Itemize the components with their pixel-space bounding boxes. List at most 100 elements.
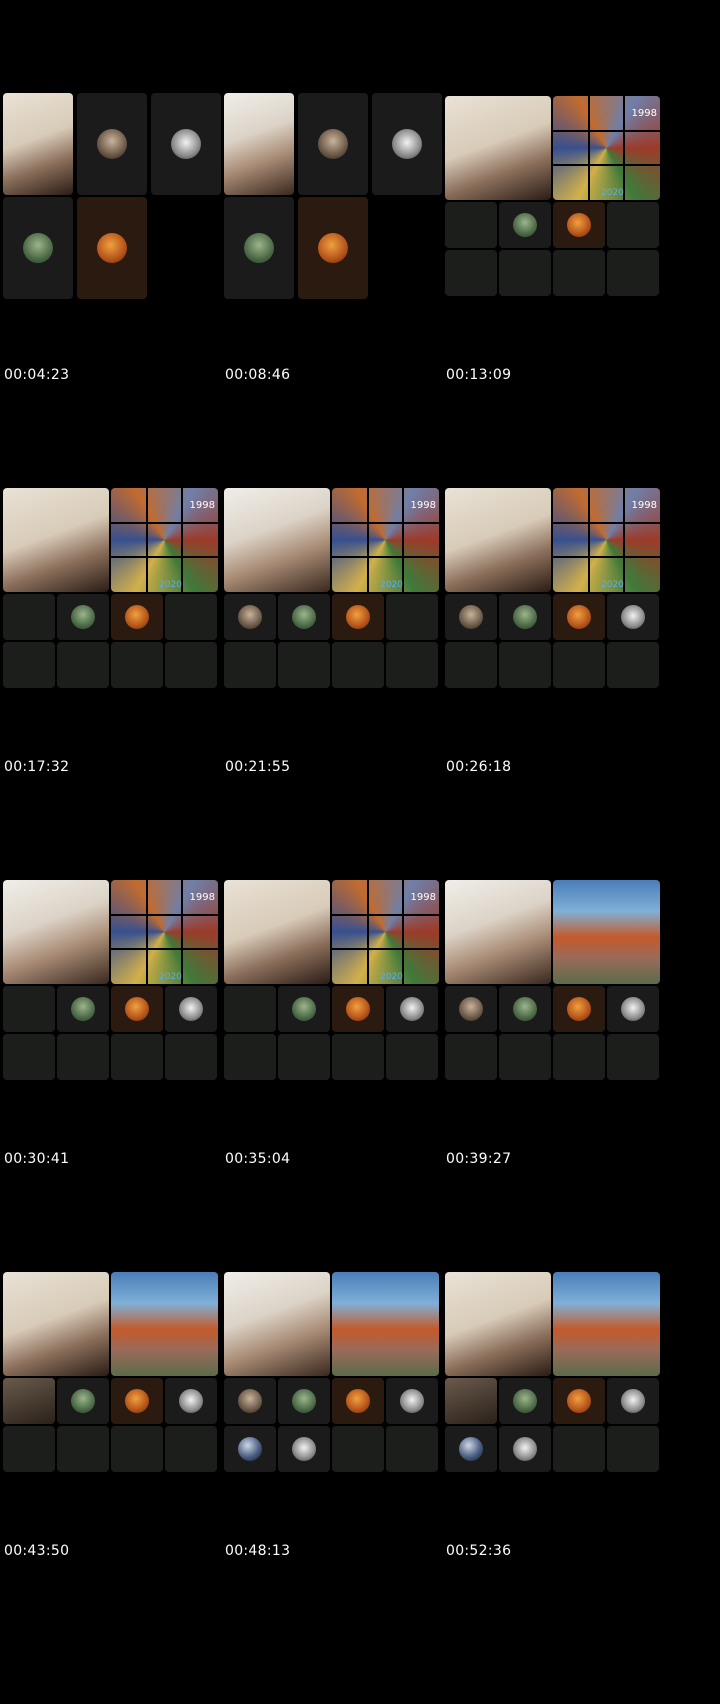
video-tile[interactable] bbox=[553, 986, 605, 1032]
video-tile[interactable] bbox=[3, 594, 55, 640]
video-tile[interactable] bbox=[57, 1034, 109, 1080]
video-tile[interactable] bbox=[445, 594, 497, 640]
video-tile[interactable] bbox=[499, 1034, 551, 1080]
video-tile[interactable] bbox=[111, 1378, 163, 1424]
video-tile[interactable] bbox=[607, 1378, 659, 1424]
video-tile[interactable] bbox=[499, 202, 551, 248]
video-tile-self[interactable] bbox=[224, 880, 330, 984]
video-tile[interactable] bbox=[278, 986, 330, 1032]
video-tile[interactable] bbox=[57, 594, 109, 640]
video-tile[interactable] bbox=[553, 250, 605, 296]
video-tile[interactable] bbox=[386, 1034, 438, 1080]
video-tile[interactable] bbox=[278, 642, 330, 688]
video-tile[interactable] bbox=[3, 1426, 55, 1472]
video-tile[interactable] bbox=[224, 1426, 276, 1472]
video-tile[interactable] bbox=[3, 197, 73, 299]
video-tile[interactable] bbox=[607, 1034, 659, 1080]
video-tile[interactable] bbox=[553, 1426, 605, 1472]
video-tile[interactable] bbox=[445, 250, 497, 296]
video-tile-self[interactable] bbox=[445, 880, 551, 984]
shared-screen-collage[interactable]: 1998 2020 bbox=[332, 488, 439, 592]
video-tile[interactable] bbox=[445, 202, 497, 248]
video-tile[interactable] bbox=[77, 93, 147, 195]
video-tile[interactable] bbox=[553, 594, 605, 640]
video-tile[interactable] bbox=[499, 594, 551, 640]
video-tile[interactable] bbox=[224, 986, 276, 1032]
video-tile[interactable] bbox=[224, 1034, 276, 1080]
shared-screen-collage[interactable]: 1998 2020 bbox=[332, 880, 439, 984]
video-tile[interactable] bbox=[57, 1378, 109, 1424]
video-tile[interactable] bbox=[224, 594, 276, 640]
video-tile[interactable] bbox=[445, 1426, 497, 1472]
video-tile[interactable] bbox=[607, 594, 659, 640]
video-tile[interactable] bbox=[278, 594, 330, 640]
video-tile-self[interactable] bbox=[3, 93, 73, 195]
video-tile[interactable] bbox=[111, 1034, 163, 1080]
video-tile[interactable] bbox=[278, 1426, 330, 1472]
video-tile[interactable] bbox=[298, 197, 368, 299]
video-tile[interactable] bbox=[3, 986, 55, 1032]
video-tile-self[interactable] bbox=[224, 488, 330, 592]
video-tile-self[interactable] bbox=[3, 1272, 109, 1376]
video-tile[interactable] bbox=[386, 1426, 438, 1472]
video-tile[interactable] bbox=[224, 197, 294, 299]
shared-screen-photo[interactable] bbox=[553, 880, 660, 984]
video-tile[interactable] bbox=[372, 93, 442, 195]
video-tile[interactable] bbox=[165, 1034, 217, 1080]
video-tile[interactable] bbox=[57, 1426, 109, 1472]
video-tile[interactable] bbox=[278, 1378, 330, 1424]
video-tile[interactable] bbox=[499, 642, 551, 688]
video-tile-self[interactable] bbox=[445, 488, 551, 592]
video-tile-self[interactable] bbox=[3, 880, 109, 984]
video-tile[interactable] bbox=[445, 1034, 497, 1080]
shared-screen-collage[interactable]: 1998 2020 bbox=[111, 488, 218, 592]
video-tile[interactable] bbox=[165, 642, 217, 688]
video-tile[interactable] bbox=[3, 1378, 55, 1424]
video-tile[interactable] bbox=[553, 642, 605, 688]
video-tile[interactable] bbox=[332, 594, 384, 640]
video-tile[interactable] bbox=[111, 1426, 163, 1472]
video-tile[interactable] bbox=[57, 986, 109, 1032]
video-tile[interactable] bbox=[445, 1378, 497, 1424]
video-tile[interactable] bbox=[77, 197, 147, 299]
shared-screen-collage[interactable]: 1998 2020 bbox=[553, 96, 660, 200]
shared-screen-collage[interactable]: 1998 2020 bbox=[111, 880, 218, 984]
video-tile[interactable] bbox=[607, 1426, 659, 1472]
video-tile[interactable] bbox=[332, 642, 384, 688]
video-tile-self[interactable] bbox=[445, 96, 551, 200]
video-tile[interactable] bbox=[111, 594, 163, 640]
video-tile[interactable] bbox=[386, 1378, 438, 1424]
video-tile[interactable] bbox=[553, 1034, 605, 1080]
shared-screen-photo[interactable] bbox=[111, 1272, 218, 1376]
video-tile[interactable] bbox=[607, 250, 659, 296]
video-tile[interactable] bbox=[165, 986, 217, 1032]
video-tile[interactable] bbox=[332, 1378, 384, 1424]
video-tile[interactable] bbox=[499, 986, 551, 1032]
video-tile[interactable] bbox=[499, 1378, 551, 1424]
video-tile-self[interactable] bbox=[445, 1272, 551, 1376]
video-tile-self[interactable] bbox=[3, 488, 109, 592]
video-tile[interactable] bbox=[151, 93, 221, 195]
video-tile[interactable] bbox=[553, 1378, 605, 1424]
video-tile[interactable] bbox=[499, 250, 551, 296]
video-tile[interactable] bbox=[332, 986, 384, 1032]
video-tile[interactable] bbox=[332, 1426, 384, 1472]
video-tile[interactable] bbox=[445, 642, 497, 688]
video-tile-self[interactable] bbox=[224, 1272, 330, 1376]
video-tile[interactable] bbox=[224, 1378, 276, 1424]
video-tile[interactable] bbox=[165, 1378, 217, 1424]
video-tile[interactable] bbox=[386, 594, 438, 640]
video-tile[interactable] bbox=[607, 642, 659, 688]
video-tile[interactable] bbox=[165, 594, 217, 640]
shared-screen-photo[interactable] bbox=[332, 1272, 439, 1376]
video-tile[interactable] bbox=[111, 642, 163, 688]
video-tile[interactable] bbox=[224, 642, 276, 688]
video-tile[interactable] bbox=[607, 986, 659, 1032]
shared-screen-collage[interactable]: 1998 2020 bbox=[553, 488, 660, 592]
video-tile[interactable] bbox=[386, 986, 438, 1032]
video-tile[interactable] bbox=[278, 1034, 330, 1080]
video-tile[interactable] bbox=[445, 986, 497, 1032]
video-tile-self[interactable] bbox=[224, 93, 294, 195]
video-tile[interactable] bbox=[111, 986, 163, 1032]
video-tile[interactable] bbox=[607, 202, 659, 248]
